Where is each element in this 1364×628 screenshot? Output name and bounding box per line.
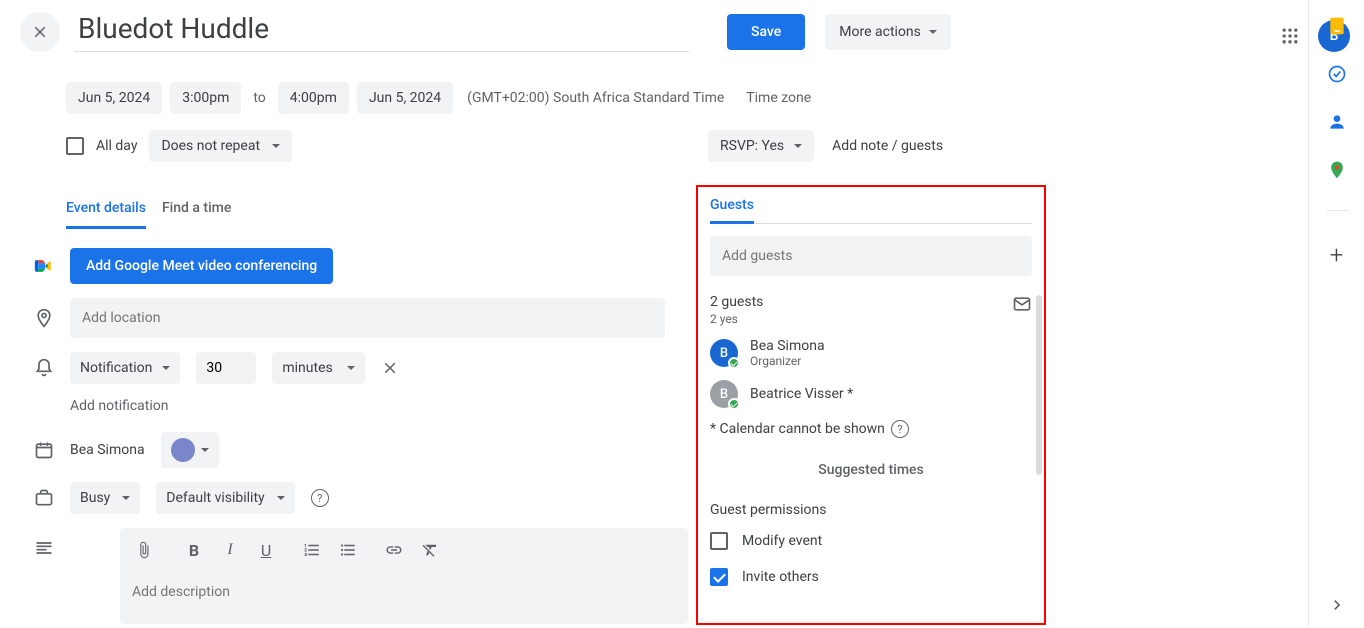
repeat-label: Does not repeat [161, 138, 260, 154]
start-date-chip[interactable]: Jun 5, 2024 [66, 82, 162, 114]
modify-event-label: Modify event [742, 533, 822, 549]
avatar: B [710, 339, 738, 367]
help-icon[interactable]: ? [311, 489, 329, 507]
caret-down-icon [272, 144, 280, 148]
calendar-note: * Calendar cannot be shown [710, 421, 885, 437]
email-guests-icon[interactable] [1012, 294, 1032, 314]
status-accepted-icon [728, 357, 740, 369]
caret-down-icon [162, 366, 170, 370]
link-button[interactable] [378, 534, 410, 566]
notification-value-input[interactable] [196, 352, 256, 384]
clear-format-button[interactable] [414, 534, 446, 566]
event-color-select[interactable] [161, 432, 219, 468]
caret-down-icon [347, 366, 355, 370]
add-meet-button[interactable]: Add Google Meet video conferencing [70, 248, 333, 284]
visibility-label: Default visibility [166, 490, 264, 506]
add-guests-input[interactable] [710, 236, 1032, 276]
guests-panel: Guests 2 guests 2 yes B Bea Simona Organ… [696, 185, 1046, 625]
caret-down-icon [201, 448, 209, 452]
description-toolbar: B I U [120, 528, 688, 572]
allday-checkbox[interactable] [66, 137, 84, 155]
briefcase-icon [34, 488, 54, 508]
maps-icon[interactable] [1327, 160, 1347, 180]
italic-button[interactable]: I [214, 534, 246, 566]
to-text: to [249, 90, 269, 106]
notification-type-label: Notification [80, 360, 152, 376]
guest-name: Bea Simona [750, 338, 825, 354]
bold-button[interactable]: B [178, 534, 210, 566]
close-button[interactable] [20, 12, 60, 52]
status-accepted-icon [728, 398, 740, 410]
help-icon[interactable]: ? [891, 420, 909, 438]
caret-down-icon [122, 496, 130, 500]
contacts-icon[interactable] [1327, 112, 1347, 132]
tab-find-a-time[interactable]: Find a time [162, 192, 231, 229]
caret-down-icon [794, 144, 802, 148]
attach-button[interactable] [128, 534, 160, 566]
more-actions-button[interactable]: More actions [825, 14, 951, 50]
add-notification-link[interactable]: Add notification [70, 398, 688, 414]
color-dot-icon [171, 438, 195, 462]
timezone-link[interactable]: Time zone [746, 90, 811, 106]
scrollbar[interactable] [1036, 295, 1042, 475]
collapse-panel-icon[interactable] [1327, 595, 1347, 615]
add-note-link[interactable]: Add note / guests [832, 138, 943, 154]
notification-type-select[interactable]: Notification [70, 352, 180, 384]
google-meet-icon [34, 256, 54, 276]
side-panel: + [1308, 0, 1364, 627]
suggested-times-link[interactable]: Suggested times [710, 462, 1032, 478]
keep-icon[interactable] [1327, 16, 1347, 36]
guest-count: 2 guests [710, 294, 763, 310]
description-icon [34, 538, 54, 558]
add-addon-button[interactable]: + [1330, 241, 1344, 269]
description-input[interactable] [120, 572, 688, 624]
guest-item[interactable]: B Bea Simona Organizer [710, 338, 1032, 368]
guest-name: Beatrice Visser * [750, 386, 853, 402]
guest-item[interactable]: B Beatrice Visser * [710, 380, 1032, 408]
tab-event-details[interactable]: Event details [66, 192, 146, 229]
numbered-list-button[interactable] [296, 534, 328, 566]
guest-role: Organizer [750, 354, 825, 368]
avatar: B [710, 380, 738, 408]
invite-others-checkbox[interactable] [710, 568, 728, 586]
location-icon [34, 308, 54, 328]
calendar-owner: Bea Simona [70, 442, 145, 458]
notification-unit-select[interactable]: minutes [272, 352, 364, 384]
modify-event-checkbox[interactable] [710, 532, 728, 550]
visibility-select[interactable]: Default visibility [156, 482, 294, 514]
event-title-input[interactable] [74, 12, 689, 52]
remove-notification-icon[interactable] [381, 359, 399, 377]
allday-label: All day [96, 138, 137, 154]
underline-button[interactable]: U [250, 534, 282, 566]
end-date-chip[interactable]: Jun 5, 2024 [357, 82, 453, 114]
start-time-chip[interactable]: 3:00pm [170, 82, 241, 114]
repeat-select[interactable]: Does not repeat [149, 130, 292, 162]
location-input[interactable] [70, 298, 665, 338]
calendar-icon [34, 440, 54, 460]
invite-others-label: Invite others [742, 569, 819, 585]
notification-unit-label: minutes [282, 360, 332, 376]
bullet-list-button[interactable] [332, 534, 364, 566]
bell-icon [34, 358, 54, 378]
rsvp-label: RSVP: Yes [720, 138, 784, 154]
rsvp-select[interactable]: RSVP: Yes [708, 130, 814, 162]
availability-select[interactable]: Busy [70, 482, 140, 514]
tasks-icon[interactable] [1327, 64, 1347, 84]
more-actions-label: More actions [839, 24, 921, 40]
close-icon [31, 23, 49, 41]
timezone-text: (GMT+02:00) South Africa Standard Time [467, 90, 724, 106]
google-apps-icon[interactable] [1280, 26, 1300, 46]
guest-permissions-title: Guest permissions [710, 502, 1032, 518]
save-button[interactable]: Save [727, 14, 805, 50]
tab-guests[interactable]: Guests [710, 197, 754, 224]
caret-down-icon [277, 496, 285, 500]
end-time-chip[interactable]: 4:00pm [278, 82, 349, 114]
guest-yes-count: 2 yes [710, 312, 763, 326]
caret-down-icon [929, 30, 937, 34]
availability-label: Busy [80, 490, 110, 506]
